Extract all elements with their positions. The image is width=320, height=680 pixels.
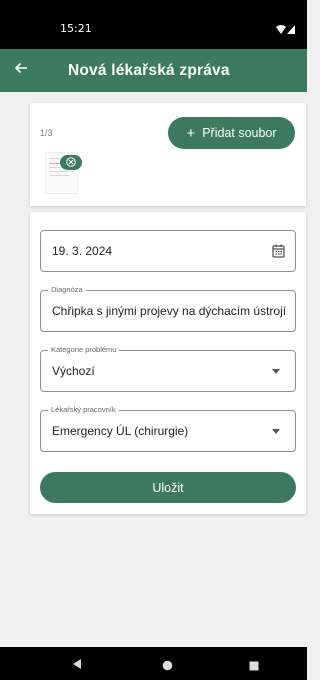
diagnosis-value: Chřipka s jinými projevy na dýchacím úst…: [52, 304, 287, 318]
home-circle-icon[interactable]: [162, 658, 173, 676]
attachment-count: 1/3: [40, 128, 53, 138]
date-field[interactable]: 19. 3. 2024: [40, 230, 296, 272]
system-nav-bar: [0, 647, 307, 680]
add-file-label: Přidat soubor: [202, 126, 277, 140]
doctor-label: Lékařský pracovník: [48, 405, 119, 415]
plus-icon: +: [186, 124, 196, 142]
arrow-back-icon: [14, 61, 28, 80]
attachments-card: 1/3 + Přidat soubor: [30, 103, 306, 206]
category-select[interactable]: Kategorie problému Výchozí: [40, 345, 296, 392]
date-value: 19. 3. 2024: [52, 244, 113, 258]
report-form: 19. 3. 2024 Diagnóza Chřipka s jinými pr…: [30, 212, 306, 514]
status-icons: [276, 21, 295, 39]
recents-square-icon[interactable]: [249, 658, 259, 676]
remove-attachment-button[interactable]: [60, 155, 82, 170]
save-button[interactable]: Uložit: [40, 472, 296, 503]
diagnosis-field[interactable]: Diagnóza Chřipka s jinými projevy na dýc…: [40, 285, 296, 332]
back-button[interactable]: [14, 49, 58, 92]
doctor-select[interactable]: Lékařský pracovník Emergency ÚL (chirurg…: [40, 405, 296, 452]
dropdown-arrow-icon: [272, 429, 280, 434]
page-title: Nová lékařská zpráva: [68, 61, 230, 79]
doctor-value: Emergency ÚL (chirurgie): [52, 424, 189, 438]
signal-icon: [287, 21, 295, 39]
add-file-button[interactable]: + Přidat soubor: [168, 117, 295, 149]
diagnosis-label: Diagnóza: [48, 285, 86, 295]
status-time: 15:21: [60, 22, 92, 35]
back-triangle-icon[interactable]: [72, 657, 82, 675]
category-value: Výchozí: [52, 364, 95, 378]
dropdown-arrow-icon: [272, 369, 280, 374]
wifi-icon: [276, 21, 286, 39]
close-icon: [66, 154, 76, 172]
status-bar: 15:21: [0, 0, 307, 49]
app-bar: Nová lékařská zpráva: [0, 49, 307, 92]
category-label: Kategorie problému: [48, 345, 120, 355]
calendar-icon[interactable]: [272, 244, 285, 263]
